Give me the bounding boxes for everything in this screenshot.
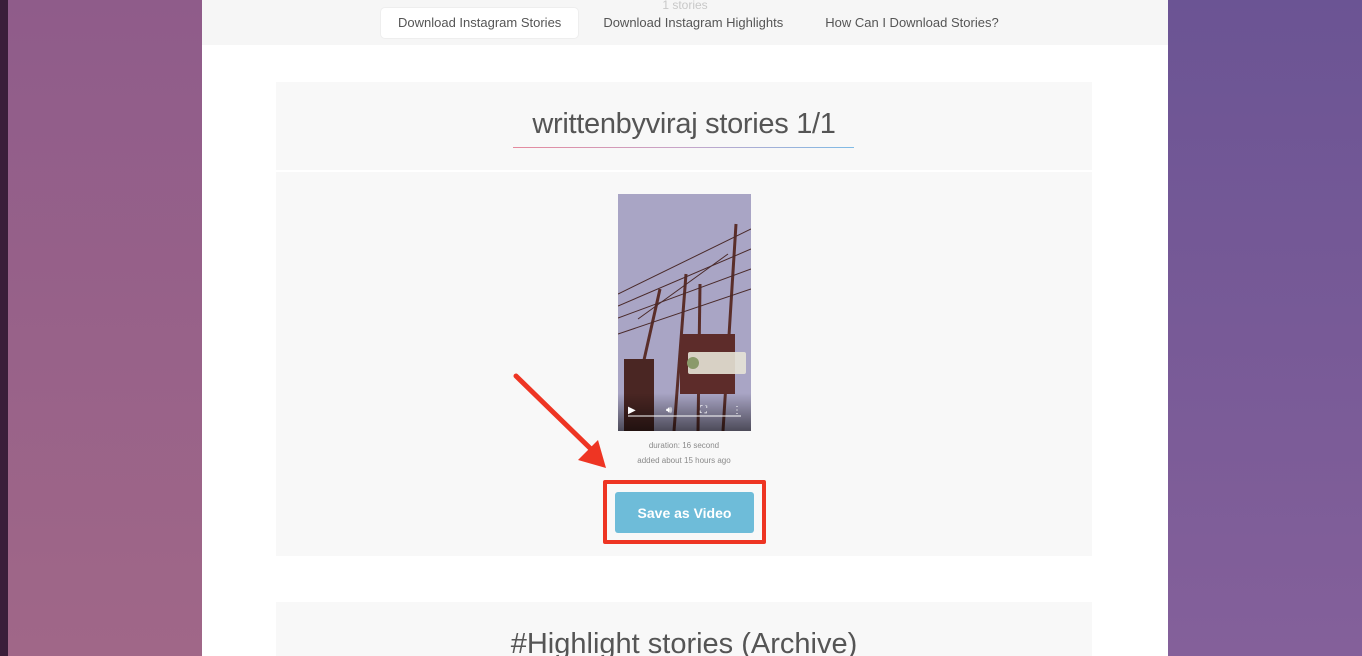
video-controls: ▶ 🔊︎ ⛶ ⋮ [618,393,751,431]
highlights-title: #Highlight stories (Archive) [510,628,858,656]
story-added-time: added about 15 hours ago [637,456,731,465]
save-as-video-button[interactable]: Save as Video [615,492,754,533]
highlights-card: #Highlight stories (Archive) [276,602,1092,656]
background-left [0,0,202,656]
title-underline [513,147,854,148]
tab-download-highlights[interactable]: Download Instagram Highlights [586,8,800,38]
story-duration: duration: 16 second [648,441,720,450]
story-title: writtenbyviraj stories 1/1 [532,108,836,140]
tab-download-stories[interactable]: Download Instagram Stories [381,8,579,38]
tab-list: Download Instagram Stories Download Inst… [381,8,1016,38]
story-title-card: writtenbyviraj stories 1/1 [276,82,1092,170]
story-card: ▶ 🔊︎ ⛶ ⋮ duration: 16 second added about… [276,172,1092,556]
tab-how-to-download[interactable]: How Can I Download Stories? [808,8,1015,38]
background-right [1167,0,1362,656]
story-video-player[interactable]: ▶ 🔊︎ ⛶ ⋮ [618,194,751,431]
annotation-arrow-icon [513,373,606,468]
top-navigation: 1 stories Download Instagram Stories Dow… [202,0,1168,45]
video-progress-bar[interactable] [628,415,741,417]
page-container: 1 stories Download Instagram Stories Dow… [202,0,1168,656]
